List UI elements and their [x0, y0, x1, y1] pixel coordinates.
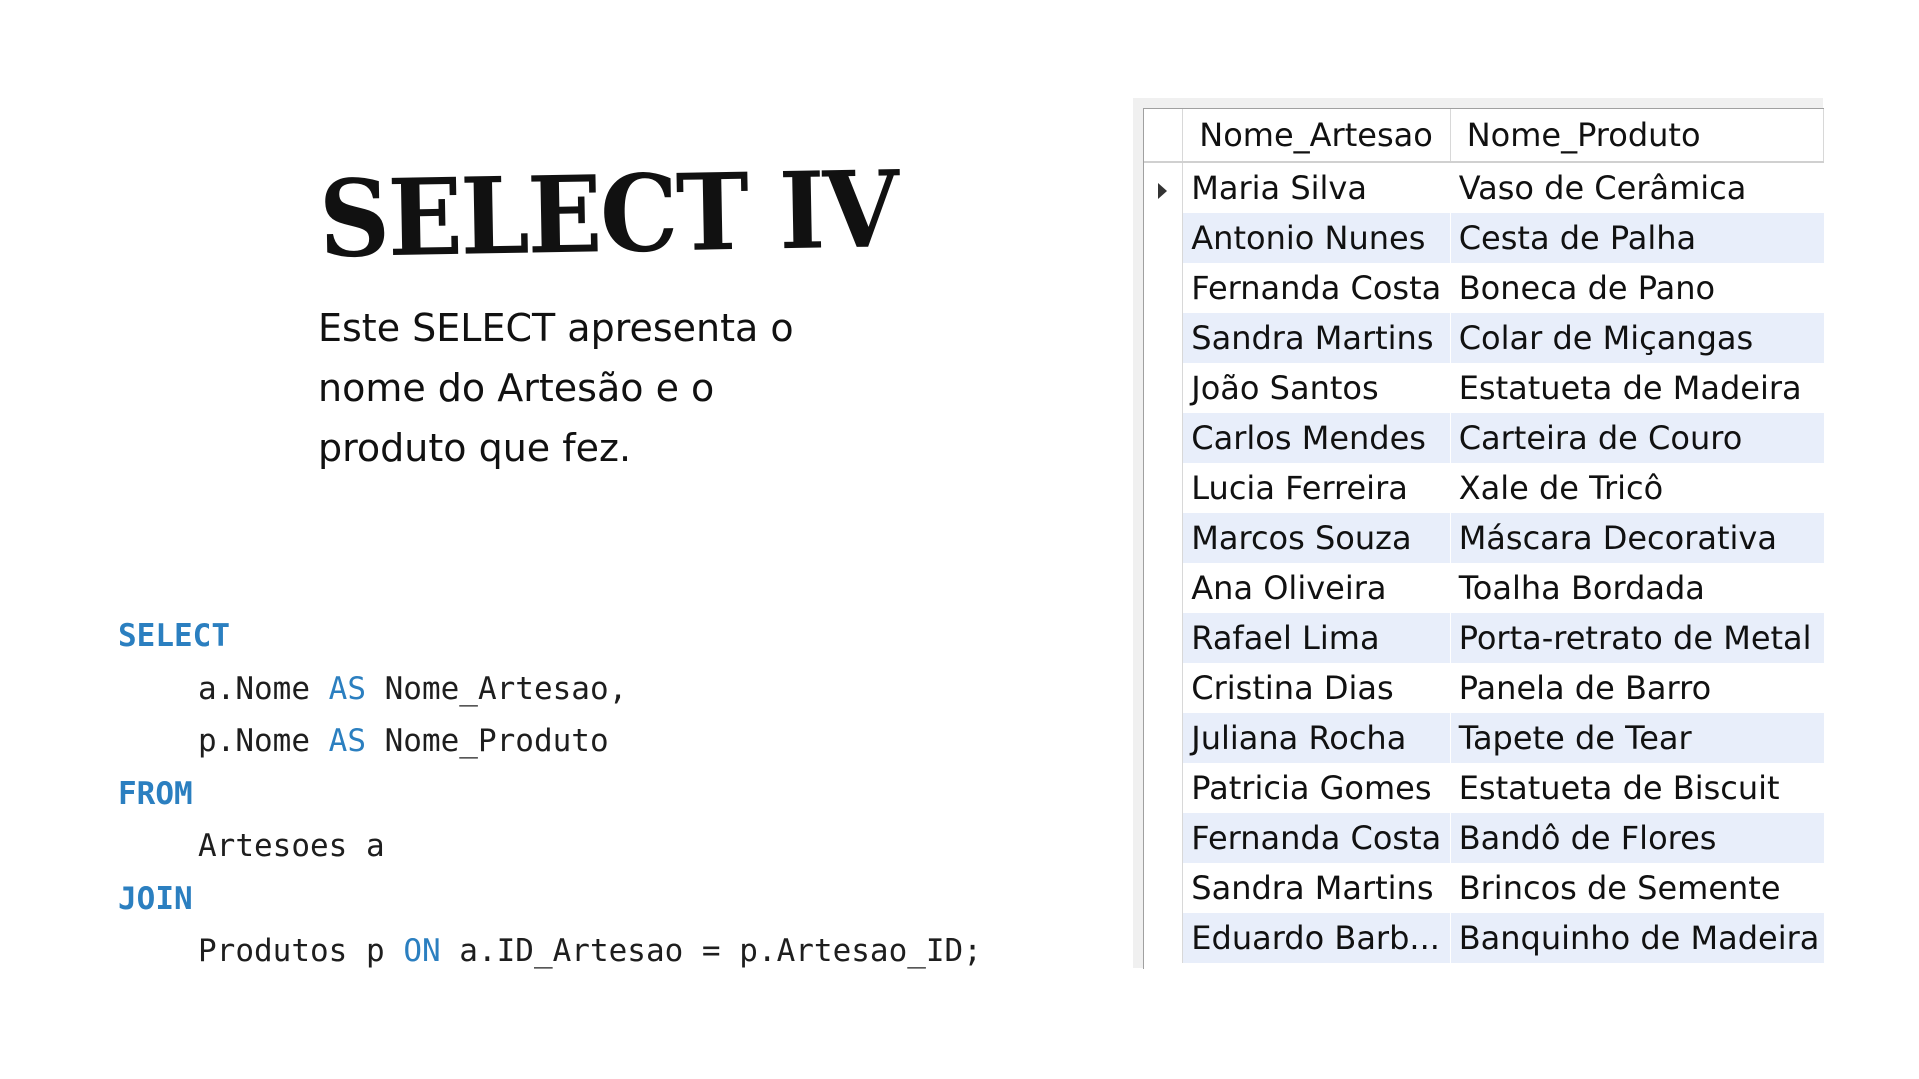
- keyword-on: ON: [403, 933, 441, 969]
- table-row[interactable]: Fernanda Costa Bandô de Flores: [1144, 813, 1824, 863]
- cell-nome-artesao[interactable]: Marcos Souza: [1182, 513, 1451, 563]
- table-row[interactable]: Sandra Martins Colar de Miçangas: [1144, 313, 1824, 363]
- table-row[interactable]: Lucia Ferreira Xale de Tricô: [1144, 463, 1824, 513]
- cell-nome-artesao[interactable]: Antonio Nunes: [1182, 213, 1451, 263]
- cell-nome-artesao[interactable]: Sandra Martins: [1182, 313, 1451, 363]
- row-selector[interactable]: [1144, 162, 1184, 213]
- cell-nome-produto[interactable]: Toalha Bordada: [1450, 563, 1823, 613]
- row-selector[interactable]: [1144, 213, 1184, 263]
- column-header-nome-produto[interactable]: Nome_Produto: [1450, 109, 1825, 163]
- from-table: Artesoes a: [198, 828, 385, 864]
- cell-nome-artesao[interactable]: Cristina Dias: [1182, 663, 1451, 713]
- slide-title: SELECT IV: [318, 147, 899, 283]
- description-line: produto que fez.: [318, 426, 632, 470]
- cell-nome-artesao[interactable]: Fernanda Costa: [1182, 263, 1451, 313]
- table-row[interactable]: Sandra Martins Brincos de Semente: [1144, 863, 1824, 913]
- cell-nome-artesao[interactable]: Lucia Ferreira: [1182, 463, 1451, 513]
- table-row[interactable]: Eduardo Barb... Banquinho de Madeira: [1144, 913, 1824, 963]
- keyword-from: FROM: [118, 775, 193, 812]
- cell-nome-artesao[interactable]: Ana Oliveira: [1182, 563, 1451, 613]
- result-table-body: Maria Silva Vaso de Cerâmica Antonio Nunes…: [1144, 162, 1824, 963]
- cell-nome-produto[interactable]: Máscara Decorativa: [1450, 513, 1824, 563]
- cell-nome-produto[interactable]: Cesta de Palha: [1450, 213, 1824, 263]
- keyword-as: AS: [328, 670, 366, 707]
- result-table: Nome_Artesao Nome_Produto Maria Silva Vas…: [1144, 109, 1825, 963]
- cell-nome-artesao[interactable]: Juliana Rocha: [1182, 713, 1451, 763]
- row-selector[interactable]: [1144, 713, 1184, 763]
- sql-code-block: SELECT a.Nome AS Nome_Artesao, p.Nome AS…: [118, 610, 982, 978]
- table-row[interactable]: Antonio Nunes Cesta de Palha: [1144, 213, 1824, 263]
- cell-nome-produto[interactable]: Estatueta de Madeira: [1450, 363, 1823, 413]
- row-selector[interactable]: [1144, 563, 1184, 613]
- keyword-select: SELECT: [118, 618, 230, 654]
- code-line-join-table: Produtos p ON a.ID_Artesao = p.Artesao_I…: [118, 925, 982, 978]
- column-header-nome-artesao[interactable]: Nome_Artesao: [1182, 109, 1451, 163]
- row-selector[interactable]: [1144, 863, 1184, 913]
- column-alias: Nome_Artesao,: [365, 670, 628, 707]
- cell-nome-artesao[interactable]: João Santos: [1182, 363, 1451, 413]
- code-line-column-1: a.Nome AS Nome_Artesao,: [118, 663, 982, 716]
- cell-nome-produto[interactable]: Boneca de Pano: [1450, 263, 1823, 313]
- cell-nome-produto[interactable]: Tapete de Tear: [1450, 713, 1824, 763]
- description-line: Este SELECT apresenta o: [318, 306, 794, 350]
- row-selector[interactable]: [1144, 663, 1184, 713]
- result-grid-panel: Nome_Artesao Nome_Produto Maria Silva Vas…: [1143, 108, 1825, 969]
- current-row-arrow-icon: [1158, 183, 1167, 199]
- row-selector-header[interactable]: [1144, 109, 1184, 163]
- row-selector[interactable]: [1144, 463, 1184, 513]
- code-line-from: FROM: [118, 768, 982, 821]
- cell-nome-artesao[interactable]: Sandra Martins: [1182, 863, 1451, 913]
- keyword-as: AS: [328, 723, 366, 759]
- table-row[interactable]: Fernanda Costa Boneca de Pano: [1144, 263, 1824, 313]
- cell-nome-artesao[interactable]: Eduardo Barb...: [1182, 913, 1451, 963]
- table-row[interactable]: Carlos Mendes Carteira de Couro: [1144, 413, 1824, 463]
- cell-nome-produto[interactable]: Bandô de Flores: [1450, 813, 1824, 863]
- cell-nome-artesao[interactable]: Maria Silva: [1182, 162, 1451, 213]
- code-line-join: JOIN: [118, 873, 982, 926]
- header-row: Nome_Artesao Nome_Produto: [1144, 109, 1825, 163]
- cell-nome-produto[interactable]: Colar de Miçangas: [1450, 313, 1824, 363]
- row-selector[interactable]: [1144, 513, 1184, 563]
- cell-nome-produto[interactable]: Xale de Tricô: [1450, 463, 1823, 513]
- row-selector[interactable]: [1144, 763, 1184, 813]
- table-row[interactable]: Ana Oliveira Toalha Bordada: [1144, 563, 1824, 613]
- table-row[interactable]: Patricia Gomes Estatueta de Biscuit: [1144, 763, 1824, 813]
- code-line-select: SELECT: [118, 610, 982, 663]
- keyword-join: JOIN: [118, 880, 193, 917]
- table-row[interactable]: Marcos Souza Máscara Decorativa: [1144, 513, 1824, 563]
- cell-nome-produto[interactable]: Banquinho de Madeira: [1450, 913, 1824, 963]
- column-expression: p.Nome: [198, 723, 329, 759]
- cell-nome-artesao[interactable]: Carlos Mendes: [1182, 413, 1451, 463]
- row-selector[interactable]: [1144, 813, 1184, 863]
- row-selector[interactable]: [1144, 363, 1184, 413]
- row-selector[interactable]: [1144, 263, 1184, 313]
- column-alias: Nome_Produto: [365, 723, 609, 759]
- cell-nome-artesao[interactable]: Rafael Lima: [1182, 613, 1451, 663]
- table-row[interactable]: Juliana Rocha Tapete de Tear: [1144, 713, 1824, 763]
- row-selector[interactable]: [1144, 413, 1184, 463]
- join-condition: a.ID_Artesao = p.Artesao_ID;: [440, 933, 982, 969]
- cell-nome-produto[interactable]: Panela de Barro: [1450, 663, 1823, 713]
- code-line-column-2: p.Nome AS Nome_Produto: [118, 715, 982, 768]
- row-selector[interactable]: [1144, 313, 1184, 363]
- code-line-from-table: Artesoes a: [118, 820, 982, 873]
- row-selector[interactable]: [1144, 913, 1184, 963]
- table-row[interactable]: Cristina Dias Panela de Barro: [1144, 663, 1824, 713]
- result-grid: Nome_Artesao Nome_Produto Maria Silva Vas…: [1133, 98, 1825, 969]
- slide-description: Este SELECT apresenta o nome do Artesão …: [318, 298, 838, 478]
- cell-nome-produto[interactable]: Vaso de Cerâmica: [1450, 162, 1823, 213]
- description-line: nome do Artesão e o: [318, 366, 715, 410]
- table-row[interactable]: Maria Silva Vaso de Cerâmica: [1144, 162, 1824, 213]
- cell-nome-artesao[interactable]: Patricia Gomes: [1182, 763, 1451, 813]
- cell-nome-produto[interactable]: Carteira de Couro: [1450, 413, 1824, 463]
- join-table: Produtos p: [198, 933, 404, 969]
- cell-nome-artesao[interactable]: Fernanda Costa: [1182, 813, 1451, 863]
- cell-nome-produto[interactable]: Porta-retrato de Metal: [1450, 613, 1824, 663]
- table-row[interactable]: Rafael Lima Porta-retrato de Metal: [1144, 613, 1824, 663]
- cell-nome-produto[interactable]: Estatueta de Biscuit: [1450, 763, 1823, 813]
- table-row[interactable]: João Santos Estatueta de Madeira: [1144, 363, 1824, 413]
- column-expression: a.Nome: [198, 670, 329, 707]
- cell-nome-produto[interactable]: Brincos de Semente: [1450, 863, 1823, 913]
- row-selector[interactable]: [1144, 613, 1184, 663]
